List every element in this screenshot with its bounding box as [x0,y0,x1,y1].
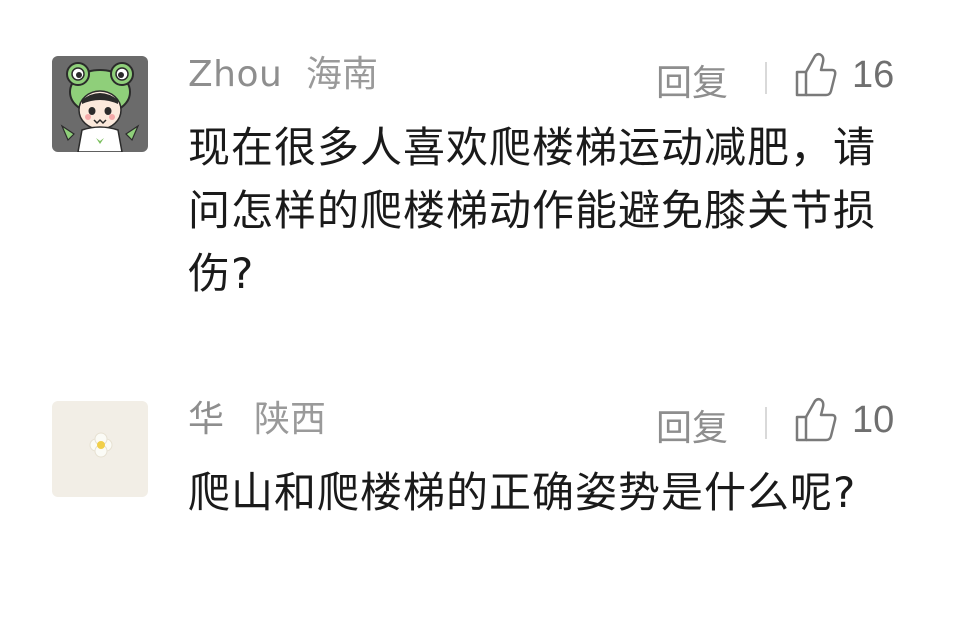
reply-button[interactable]: 回复 [656,399,728,451]
comment-header: 华 陕西 回复 10 [188,395,908,449]
avatar[interactable] [52,401,148,497]
flower-avatar-icon [52,401,148,497]
like-button[interactable]: 16 [794,50,894,100]
comment-header: Zhou 海南 回复 16 [188,50,908,104]
divider [765,62,767,94]
like-button[interactable]: 10 [794,395,894,445]
avatar[interactable] [52,56,148,152]
frog-hat-avatar-icon [52,56,148,152]
reply-button[interactable]: 回复 [656,54,728,106]
thumbs-up-icon [795,52,837,97]
location: 陕西 [254,399,327,440]
comment-text: 现在很多人喜欢爬楼梯运动减肥，请问怎样的爬楼梯动作能避免膝关节损伤? [188,123,877,298]
like-count: 10 [852,399,895,441]
thumbs-up-icon [795,397,837,442]
username[interactable]: Zhou [188,54,282,96]
like-count: 16 [852,54,895,96]
divider [765,407,767,439]
location: 海南 [306,54,379,95]
username[interactable]: 华 [188,399,225,441]
comment-text: 爬山和爬楼梯的正确姿势是什么呢? [188,468,857,517]
